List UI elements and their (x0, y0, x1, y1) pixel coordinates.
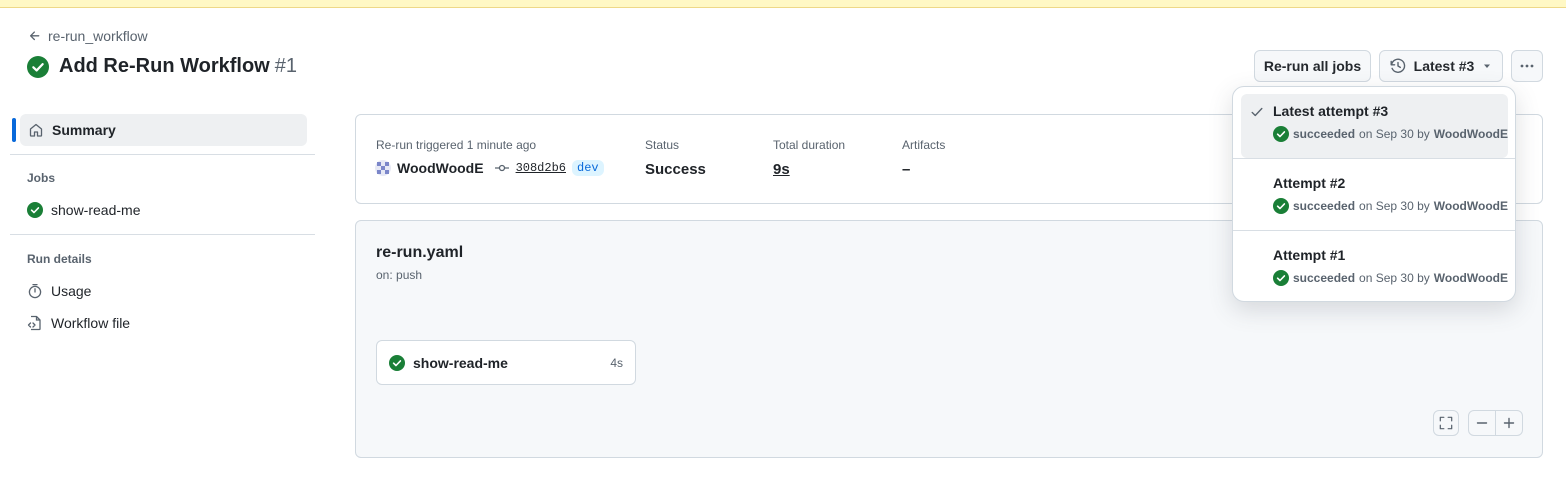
more-options-button[interactable] (1511, 50, 1543, 82)
sidebar-item-summary[interactable]: Summary (20, 114, 307, 146)
menu-divider (1233, 158, 1515, 159)
plus-icon (1503, 417, 1514, 429)
sidebar-item-summary-label: Summary (52, 122, 116, 138)
zoom-out-button[interactable] (1469, 411, 1496, 435)
job-node[interactable]: show-read-me 4s (376, 340, 636, 385)
back-link-label: re-run_workflow (48, 28, 148, 44)
zoom-controls (1468, 410, 1523, 436)
run-details-heading: Run details (27, 252, 92, 266)
job-node-duration: 4s (610, 355, 623, 370)
rerun-all-jobs-label: Re-run all jobs (1263, 58, 1362, 74)
sidebar-item-job[interactable]: show-read-me (27, 202, 140, 218)
stopwatch-icon (28, 283, 42, 299)
sidebar-divider (10, 154, 315, 155)
caret-down-icon (1484, 64, 1491, 68)
attempt-menu-item-1[interactable]: Attempt #1 succeeded on Sep 30 by WoodWo… (1241, 238, 1508, 302)
attempts-menu: Latest attempt #3 succeeded on Sep 30 by… (1232, 86, 1516, 302)
home-icon (29, 123, 43, 137)
workflow-trigger: on: push (376, 268, 423, 282)
attempt-result: succeeded (1293, 271, 1356, 285)
attempt-result: succeeded (1293, 127, 1356, 141)
workflow-file-name: re-run.yaml (376, 244, 464, 261)
menu-divider (1233, 230, 1515, 231)
attempt-subtitle: succeeded on Sep 30 by WoodWoodE (1273, 126, 1508, 142)
attempt-actor: WoodWoodE (1433, 271, 1508, 285)
nav-active-indicator (12, 118, 16, 142)
attempt-subtitle: succeeded on Sep 30 by WoodWoodE (1273, 270, 1508, 286)
attempt-selector-button[interactable]: Latest #3 (1379, 50, 1503, 82)
check-circle-fill-icon (389, 354, 405, 371)
fullscreen-button[interactable] (1433, 410, 1459, 436)
arrow-left-icon (29, 31, 40, 41)
git-commit-icon (494, 164, 509, 172)
attempt-date: on Sep 30 by (1359, 271, 1430, 285)
attempt-selector-label: Latest #3 (1413, 58, 1475, 74)
trigger-actor-link[interactable]: WoodWoodE (397, 160, 484, 176)
attempt-subtitle: succeeded on Sep 30 by WoodWoodE (1273, 198, 1508, 214)
job-node-name: show-read-me (413, 354, 508, 371)
attempt-title: Attempt #1 (1273, 247, 1346, 263)
sidebar-item-workflow-file[interactable]: Workflow file (27, 315, 130, 331)
zoom-in-button[interactable] (1496, 411, 1522, 435)
avatar[interactable] (375, 160, 391, 176)
branch-label[interactable]: dev (572, 160, 604, 176)
attempt-result: succeeded (1293, 199, 1356, 213)
artifacts-value: – (902, 161, 911, 178)
check-circle-fill-icon (27, 55, 49, 78)
check-circle-fill-icon (1273, 198, 1289, 214)
attempt-date: on Sep 30 by (1359, 199, 1430, 213)
sidebar-divider (10, 234, 315, 235)
kebab-horizontal-icon (1520, 64, 1534, 68)
check-circle-fill-icon (27, 202, 43, 218)
artifacts-label: Artifacts (902, 138, 946, 152)
minus-icon (1476, 422, 1487, 424)
check-icon (1251, 107, 1263, 117)
trigger-actor-row: WoodWoodE 308d2b6 dev (375, 160, 604, 176)
sidebar-item-usage[interactable]: Usage (27, 283, 91, 299)
top-banner (0, 0, 1566, 8)
sidebar-workflow-file-label: Workflow file (51, 315, 131, 331)
commit-sha-link[interactable]: 308d2b6 (516, 161, 566, 175)
run-number: #1 (274, 55, 297, 77)
trigger-text: Re-run triggered 1 minute ago (376, 138, 537, 152)
duration-value-link[interactable]: 9s (773, 161, 790, 178)
screen-full-icon (1439, 416, 1453, 430)
sidebar-job-label: show-read-me (51, 202, 141, 218)
sidebar-usage-label: Usage (51, 283, 92, 299)
check-circle-fill-icon (1273, 126, 1289, 142)
back-link[interactable]: re-run_workflow (28, 28, 148, 44)
page-title: Add Re-Run Workflow #1 (27, 55, 297, 78)
status-label: Status (645, 138, 680, 152)
status-value: Success (645, 161, 706, 178)
history-icon (1390, 58, 1405, 73)
attempt-menu-item-2[interactable]: Attempt #2 succeeded on Sep 30 by WoodWo… (1241, 166, 1508, 230)
attempt-actor: WoodWoodE (1433, 199, 1508, 213)
attempt-title: Latest attempt #3 (1273, 103, 1389, 119)
rerun-all-jobs-button[interactable]: Re-run all jobs (1254, 50, 1371, 82)
run-title: Add Re-Run Workflow (59, 55, 270, 77)
file-code-icon (27, 315, 41, 331)
attempt-actor: WoodWoodE (1433, 127, 1508, 141)
attempt-title: Attempt #2 (1273, 175, 1346, 191)
jobs-heading: Jobs (27, 171, 56, 185)
attempt-date: on Sep 30 by (1359, 127, 1430, 141)
attempt-menu-item-3[interactable]: Latest attempt #3 succeeded on Sep 30 by… (1241, 94, 1508, 158)
duration-label: Total duration (773, 138, 846, 152)
check-circle-fill-icon (1273, 270, 1289, 286)
